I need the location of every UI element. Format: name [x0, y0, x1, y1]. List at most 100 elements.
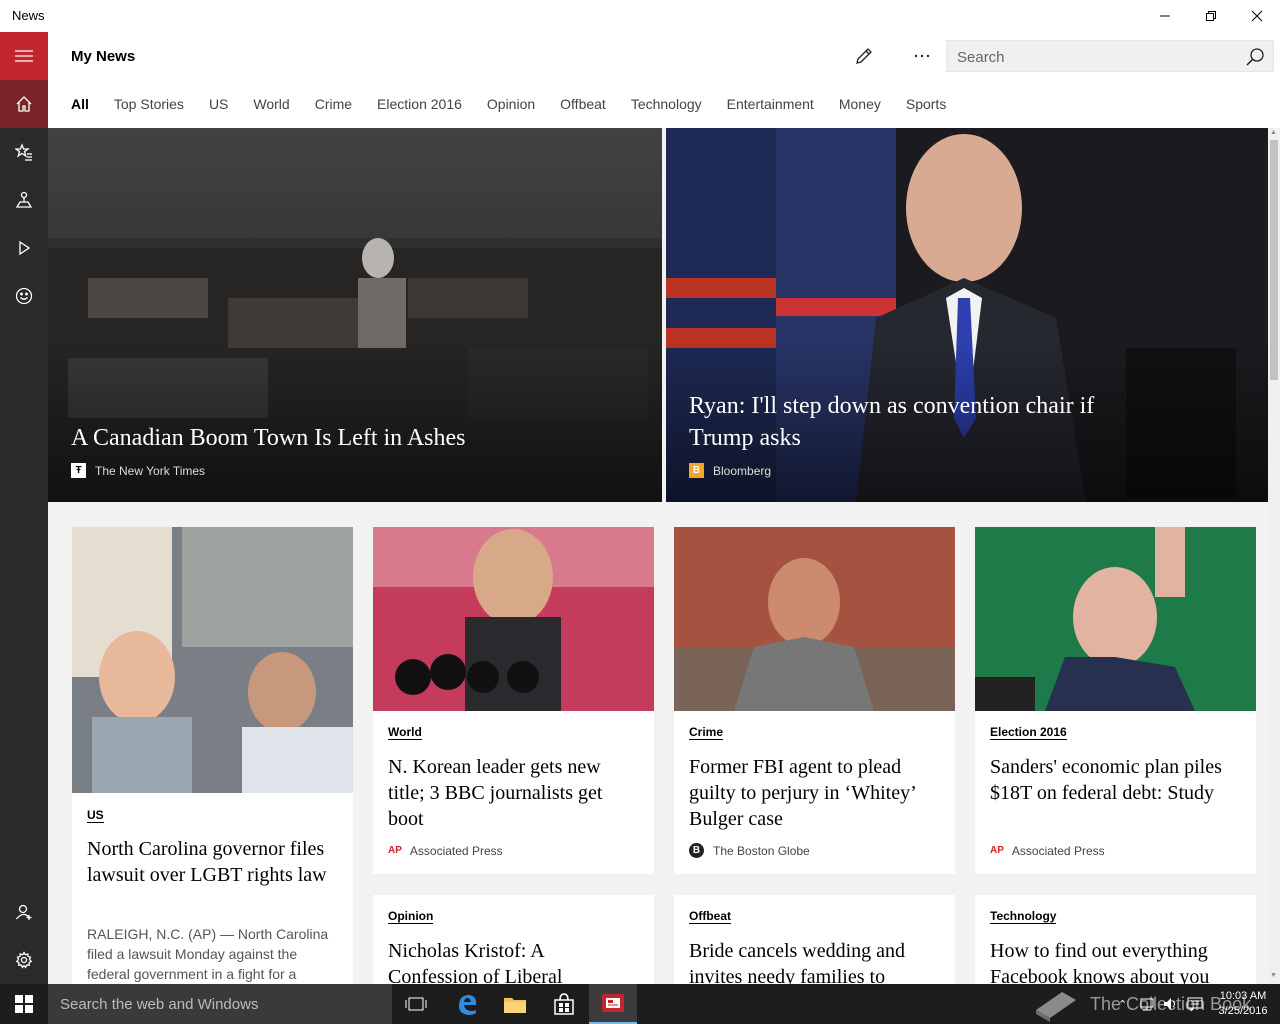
tray-chevron-up-icon[interactable]: ⌃	[1118, 998, 1127, 1011]
tab-money[interactable]: Money	[839, 96, 881, 116]
story-title[interactable]: How to find out everything Facebook know…	[990, 938, 1240, 984]
story-title[interactable]: N. Korean leader gets new title; 3 BBC j…	[388, 754, 638, 832]
file-explorer-button[interactable]	[491, 984, 539, 1024]
restore-icon	[1206, 11, 1216, 21]
hero-title[interactable]: Ryan: I'll step down as convention chair…	[689, 390, 1149, 454]
tab-entertainment[interactable]: Entertainment	[727, 96, 814, 116]
local-icon	[15, 191, 33, 208]
header: My News All Top Stories US World Crime E…	[48, 32, 1280, 128]
ap-logo: AP	[388, 845, 402, 856]
sidebar-item-interests[interactable]	[0, 128, 48, 176]
folder-icon	[504, 998, 526, 1013]
scrollbar-thumb[interactable]	[1270, 140, 1278, 380]
sidebar-item-sign-in[interactable]	[0, 888, 48, 936]
story-card[interactable]: Election 2016 Sanders' economic plan pil…	[975, 527, 1256, 874]
category-label: Crime	[689, 725, 724, 740]
news-app-button[interactable]	[589, 984, 637, 1024]
tab-sports[interactable]: Sports	[906, 96, 946, 116]
story-snippet: RALEIGH, N.C. (AP) — North Carolina file…	[87, 926, 329, 982]
taskbar-search[interactable]	[48, 984, 392, 1024]
story-image	[72, 527, 353, 793]
hamburger-icon	[15, 50, 33, 62]
tab-opinion[interactable]: Opinion	[487, 96, 535, 116]
sidebar-item-settings[interactable]	[0, 936, 48, 984]
hero-story-1[interactable]: A Canadian Boom Town Is Left in Ashes Ŧ …	[48, 128, 662, 502]
tab-offbeat[interactable]: Offbeat	[560, 96, 606, 116]
volume-icon[interactable]	[1163, 997, 1179, 1011]
sidebar-item-local[interactable]	[0, 176, 48, 224]
story-card[interactable]: Technology How to find out everything Fa…	[975, 895, 1256, 984]
taskbar-search-input[interactable]	[60, 994, 380, 1014]
tab-technology[interactable]: Technology	[631, 96, 702, 116]
hamburger-menu-button[interactable]	[0, 32, 48, 80]
clock[interactable]: 10:03 AM 3/25/2016	[1212, 989, 1274, 1019]
book-logo-icon	[1036, 992, 1076, 1022]
scroll-down-arrow-icon[interactable]: ▼	[1270, 972, 1277, 979]
edge-browser-button[interactable]	[443, 984, 491, 1024]
bloomberg-logo: B	[689, 463, 704, 478]
story-card[interactable]: World N. Korean leader gets new title; 3…	[373, 527, 654, 874]
story-card[interactable]: Offbeat Bride cancels wedding and invite…	[674, 895, 955, 984]
close-icon	[1251, 10, 1263, 22]
boston-globe-logo: B	[689, 843, 704, 858]
story-card[interactable]: US North Carolina governor files lawsuit…	[72, 527, 353, 984]
start-button[interactable]	[0, 984, 48, 1024]
nyt-logo: Ŧ	[71, 463, 86, 478]
title-bar: News	[0, 0, 1280, 32]
restore-button[interactable]	[1188, 0, 1234, 32]
hero-story-2[interactable]: Ryan: I'll step down as convention chair…	[666, 128, 1268, 502]
source-name: Bloomberg	[713, 463, 772, 478]
minimize-button[interactable]	[1142, 0, 1188, 32]
task-view-button[interactable]	[392, 984, 440, 1024]
sidebar	[0, 32, 48, 984]
story-title[interactable]: Sanders' economic plan piles $18T on fed…	[990, 754, 1240, 806]
category-label: US	[87, 808, 104, 823]
story-card[interactable]: Opinion Nicholas Kristof: A Confession o…	[373, 895, 654, 984]
story-source: AP Associated Press	[990, 843, 1105, 858]
story-title[interactable]: Former FBI agent to plead guilty to perj…	[689, 754, 939, 832]
tab-us[interactable]: US	[209, 96, 228, 116]
page-title: My News	[71, 48, 136, 65]
category-label: Opinion	[388, 909, 434, 924]
minimize-icon	[1160, 15, 1170, 17]
tab-election-2016[interactable]: Election 2016	[377, 96, 462, 116]
tab-world[interactable]: World	[253, 96, 289, 116]
scroll-up-arrow-icon[interactable]: ▲	[1270, 129, 1277, 136]
search-icon[interactable]	[1245, 47, 1265, 67]
hero-source: B Bloomberg	[689, 463, 771, 478]
category-label: Offbeat	[689, 909, 731, 924]
tab-all[interactable]: All	[71, 96, 89, 116]
clock-time: 10:03 AM	[1219, 990, 1267, 1002]
story-source: AP Associated Press	[388, 843, 503, 858]
app-title: News	[12, 8, 45, 23]
sidebar-item-feedback[interactable]	[0, 272, 48, 320]
network-icon[interactable]	[1139, 997, 1155, 1011]
store-bag-icon	[554, 993, 574, 1015]
story-title[interactable]: Nicholas Kristof: A Confession of Libera…	[388, 938, 638, 984]
tab-crime[interactable]: Crime	[315, 96, 352, 116]
story-title[interactable]: Bride cancels wedding and invites needy …	[689, 938, 939, 984]
hero-title[interactable]: A Canadian Boom Town Is Left in Ashes	[71, 422, 531, 454]
tab-top-stories[interactable]: Top Stories	[114, 96, 184, 116]
ap-logo: AP	[990, 845, 1004, 856]
more-icon	[914, 54, 930, 58]
source-name: The New York Times	[95, 463, 206, 478]
sidebar-item-home[interactable]	[0, 80, 48, 128]
close-button[interactable]	[1234, 0, 1280, 32]
clock-date: 3/25/2016	[1218, 1005, 1268, 1017]
source-name: Associated Press	[1011, 843, 1105, 858]
notifications-icon[interactable]	[1187, 997, 1203, 1011]
sidebar-item-video[interactable]	[0, 224, 48, 272]
story-title[interactable]: North Carolina governor files lawsuit ov…	[87, 836, 337, 888]
vertical-scrollbar[interactable]: ▲ ▼	[1268, 128, 1280, 984]
edit-button[interactable]	[848, 40, 880, 72]
more-options-button[interactable]	[906, 40, 938, 72]
interests-star-icon	[15, 143, 32, 161]
windows-logo-icon	[15, 995, 33, 1013]
story-card[interactable]: Crime Former FBI agent to plead guilty t…	[674, 527, 955, 874]
search-input[interactable]	[957, 47, 1237, 67]
store-button[interactable]	[540, 984, 588, 1024]
search-box[interactable]	[946, 40, 1274, 72]
system-tray: ⌃	[1118, 984, 1203, 1024]
task-view-icon	[405, 997, 427, 1011]
